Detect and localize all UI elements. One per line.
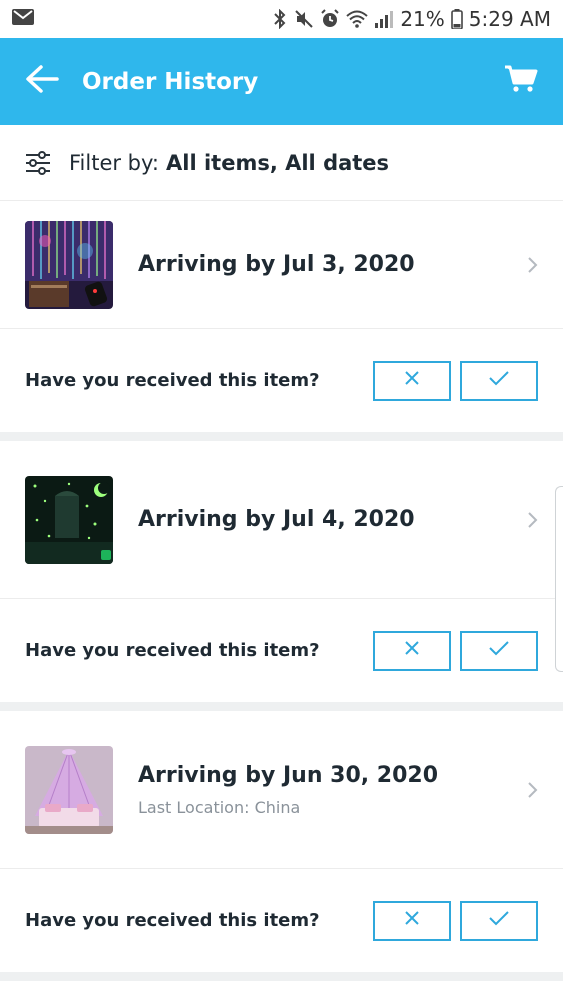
arrival-date: Arriving by Jun 30, 2020 xyxy=(138,762,438,788)
chevron-right-icon xyxy=(527,510,539,530)
check-icon xyxy=(488,910,510,931)
bed-canopy-thumbnail xyxy=(25,745,113,834)
order-summary-row[interactable]: Arriving by Jun 30, 2020 Last Location: … xyxy=(0,711,563,869)
filter-value: All items, All dates xyxy=(166,150,390,175)
glow-stars-thumbnail xyxy=(25,475,113,564)
last-location: Last Location: China xyxy=(138,797,301,817)
receipt-confirm-row: Have you received this item? xyxy=(0,599,563,702)
page-title: Order History xyxy=(82,68,259,95)
chevron-right-icon xyxy=(527,780,539,800)
cart-button[interactable] xyxy=(501,62,541,102)
status-bar: 21% 5:29 AM xyxy=(0,0,563,38)
received-question: Have you received this item? xyxy=(25,910,320,931)
back-button[interactable] xyxy=(22,62,62,102)
sliders-icon xyxy=(25,150,51,175)
filter-label: Filter by: xyxy=(69,150,159,175)
not-received-button[interactable] xyxy=(373,900,451,941)
clock: 5:29 AM xyxy=(468,7,551,31)
app-bar: Order History xyxy=(0,38,563,125)
bluetooth-icon xyxy=(272,9,288,29)
order-card: Arriving by Jun 30, 2020 Last Location: … xyxy=(0,711,563,972)
received-button[interactable] xyxy=(460,360,538,401)
check-icon xyxy=(488,370,510,391)
order-info: Arriving by Jul 3, 2020 xyxy=(138,252,415,277)
section-divider xyxy=(0,432,563,441)
cart-icon xyxy=(504,65,538,98)
curtain-lights-thumbnail xyxy=(25,220,113,309)
received-question: Have you received this item? xyxy=(25,640,320,661)
close-icon xyxy=(403,369,421,392)
arrival-date: Arriving by Jul 4, 2020 xyxy=(138,507,415,532)
order-summary-row[interactable]: Arriving by Jul 4, 2020 xyxy=(0,441,563,599)
battery-icon xyxy=(450,9,463,29)
order-card: Arriving by Jul 4, 2020 Have you receive… xyxy=(0,441,563,702)
alarm-icon xyxy=(320,9,340,29)
receipt-confirm-row: Have you received this item? xyxy=(0,869,563,972)
mute-icon xyxy=(294,9,314,29)
scrollbar[interactable] xyxy=(555,486,563,672)
not-received-button[interactable] xyxy=(373,360,451,401)
battery-percent: 21% xyxy=(400,7,445,31)
not-received-button[interactable] xyxy=(373,630,451,671)
filter-text: Filter by: All items, All dates xyxy=(69,151,389,175)
order-card: Arriving by Jul 3, 2020 Have you receive… xyxy=(0,201,563,432)
order-info: Arriving by Jun 30, 2020 Last Location: … xyxy=(138,763,438,817)
filter-bar[interactable]: Filter by: All items, All dates xyxy=(0,125,563,201)
signal-icon xyxy=(374,10,394,28)
received-button[interactable] xyxy=(460,900,538,941)
section-divider xyxy=(0,702,563,711)
check-icon xyxy=(488,640,510,661)
order-info: Arriving by Jul 4, 2020 xyxy=(138,507,415,532)
arrival-date: Arriving by Jul 3, 2020 xyxy=(138,252,415,277)
received-button[interactable] xyxy=(460,630,538,671)
chevron-right-icon xyxy=(527,255,539,275)
section-divider xyxy=(0,972,563,981)
arrow-left-icon xyxy=(25,64,59,99)
order-summary-row[interactable]: Arriving by Jul 3, 2020 xyxy=(0,201,563,329)
receipt-confirm-row: Have you received this item? xyxy=(0,329,563,432)
gmail-icon xyxy=(12,8,34,30)
received-question: Have you received this item? xyxy=(25,370,320,391)
close-icon xyxy=(403,639,421,662)
close-icon xyxy=(403,909,421,932)
wifi-icon xyxy=(346,10,368,28)
